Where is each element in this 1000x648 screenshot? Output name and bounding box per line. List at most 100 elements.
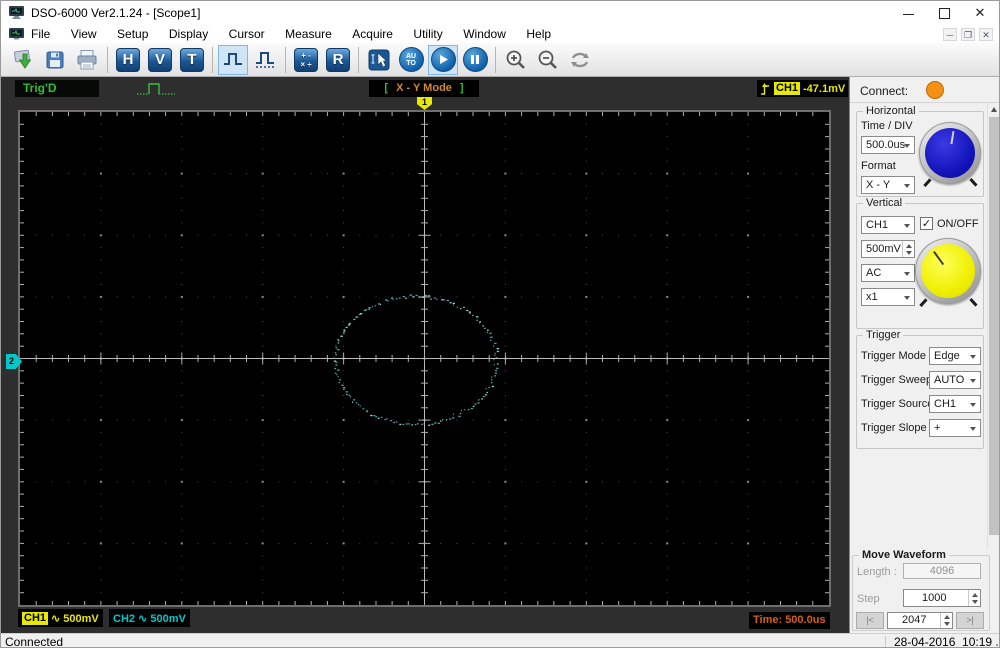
trigger-source-label: Trigger Source bbox=[861, 398, 934, 410]
title-bar: DSO-6000 Ver2.1.24 - [Scope1] ✕ bbox=[1, 1, 999, 25]
menu-help[interactable]: Help bbox=[518, 25, 559, 43]
onoff-label: ON/OFF bbox=[937, 218, 979, 230]
minimize-button[interactable] bbox=[891, 1, 925, 25]
chevron-down-icon bbox=[904, 224, 910, 228]
mdi-restore-button[interactable]: ❐ bbox=[961, 28, 975, 41]
chevron-down-icon bbox=[904, 184, 910, 188]
run-button[interactable] bbox=[428, 44, 458, 75]
toolbar: H V T + - × ÷ R AU TO bbox=[1, 43, 999, 77]
print-button[interactable] bbox=[72, 45, 102, 75]
move-waveform-title: Move Waveform bbox=[859, 549, 949, 561]
resize-grip[interactable] bbox=[996, 644, 998, 646]
vertical-setup-button[interactable]: V bbox=[145, 45, 175, 75]
format-label: Format bbox=[861, 160, 896, 172]
time-div-select[interactable]: 500.0us bbox=[861, 136, 915, 154]
control-panel: Connect: Horizontal Time / DIV 500.0us F… bbox=[849, 77, 999, 633]
timebase-readout: Time: 500.0us bbox=[749, 612, 830, 629]
application-window: DSO-6000 Ver2.1.24 - [Scope1] ✕ File Vie… bbox=[0, 0, 1000, 648]
close-button[interactable]: ✕ bbox=[963, 1, 997, 25]
trigger-slope-label: Trigger Slope bbox=[861, 422, 927, 434]
ch1-position-marker[interactable]: 1 bbox=[417, 97, 432, 110]
coupling-select[interactable]: AC bbox=[861, 264, 915, 282]
go-first-button[interactable]: |< bbox=[856, 612, 884, 629]
onoff-checkbox[interactable]: ✓ bbox=[920, 217, 933, 230]
scroll-up-arrow-icon[interactable] bbox=[988, 103, 999, 116]
toolbar-separator bbox=[358, 46, 359, 73]
print-icon bbox=[77, 49, 97, 69]
menu-display[interactable]: Display bbox=[161, 25, 216, 43]
channel-select[interactable]: CH1 bbox=[861, 216, 915, 234]
status-bar: Connected 28-04-2016 10:19 bbox=[1, 633, 999, 648]
refresh-button[interactable] bbox=[565, 45, 595, 75]
waveform-plot bbox=[20, 112, 829, 605]
spinner-arrows[interactable] bbox=[940, 613, 952, 628]
mdi-minimize-button[interactable]: ─ bbox=[943, 28, 957, 41]
datetime-text: 28-04-2016 10:19 bbox=[894, 635, 993, 648]
format-select[interactable]: X - Y bbox=[861, 176, 915, 194]
zoom-in-button[interactable] bbox=[501, 45, 531, 75]
position-spinner[interactable]: 2047 bbox=[887, 612, 953, 629]
scrollbar-thumb[interactable] bbox=[989, 117, 999, 535]
pointer-icon bbox=[368, 49, 390, 70]
pulse-icon bbox=[224, 52, 242, 65]
trigger-channel-chip: CH1 bbox=[774, 82, 801, 95]
autoset-button[interactable]: AU TO bbox=[396, 45, 426, 75]
length-input: 4096 bbox=[903, 563, 981, 579]
probe-select[interactable]: x1 bbox=[861, 288, 915, 306]
menu-setup[interactable]: Setup bbox=[109, 25, 156, 43]
trigger-setup-button[interactable]: T bbox=[177, 45, 207, 75]
math-button[interactable]: + - × ÷ bbox=[291, 45, 321, 75]
pulse-mode-button[interactable] bbox=[218, 44, 248, 75]
trigger-group-title: Trigger bbox=[863, 329, 904, 341]
document-icon bbox=[9, 28, 24, 40]
connect-row: Connect: bbox=[850, 80, 999, 100]
toolbar-separator bbox=[495, 46, 496, 73]
ch1-readout: CH1 ∿ 500mV bbox=[18, 609, 103, 627]
save-button[interactable] bbox=[40, 45, 70, 75]
mdi-close-button[interactable]: ✕ bbox=[979, 28, 993, 41]
knob-indicator bbox=[921, 124, 978, 181]
trigger-sweep-select[interactable]: AUTO bbox=[929, 371, 981, 389]
vertical-knob[interactable] bbox=[915, 238, 981, 307]
trigger-source-select[interactable]: CH1 bbox=[929, 395, 981, 413]
step-spinner[interactable]: 1000 bbox=[903, 589, 981, 607]
time-div-label: Time / DIV bbox=[861, 120, 913, 132]
maximize-button[interactable] bbox=[927, 1, 961, 25]
menu-window[interactable]: Window bbox=[455, 25, 514, 43]
connection-status-text: Connected bbox=[5, 635, 64, 648]
volt-scale-spinner[interactable]: 500mV bbox=[861, 240, 915, 258]
menu-acquire[interactable]: Acquire bbox=[344, 25, 401, 43]
scope-display-area: Trig'D [X - Y Mode] CH1 -47.1mV 1 2 CH1 … bbox=[1, 77, 849, 633]
vertical-group-title: Vertical bbox=[863, 197, 906, 209]
go-last-button[interactable]: >| bbox=[956, 612, 984, 629]
zoom-in-icon bbox=[506, 50, 525, 69]
menu-utility[interactable]: Utility bbox=[405, 25, 450, 43]
cursor-select-button[interactable] bbox=[364, 45, 394, 75]
display-mode-indicator: [X - Y Mode] bbox=[369, 80, 479, 97]
horizontal-setup-button[interactable]: H bbox=[113, 45, 143, 75]
trigger-edge-icon bbox=[761, 82, 769, 95]
pause-button[interactable] bbox=[460, 45, 490, 75]
spinner-arrows[interactable] bbox=[968, 590, 980, 606]
trigger-mode-select[interactable]: Edge bbox=[929, 347, 981, 365]
menu-file[interactable]: File bbox=[23, 25, 58, 43]
toolbar-separator bbox=[285, 46, 286, 73]
statusbar-separator bbox=[885, 636, 886, 647]
delayed-pulse-button[interactable] bbox=[250, 45, 280, 75]
menu-view[interactable]: View bbox=[63, 25, 105, 43]
menu-cursor[interactable]: Cursor bbox=[221, 25, 273, 43]
move-waveform-group: Move Waveform Length : 4096 Step 1000 |<… bbox=[852, 549, 990, 631]
trigger-pulse-icon bbox=[137, 83, 175, 95]
zoom-out-button[interactable] bbox=[533, 45, 563, 75]
reference-button[interactable]: R bbox=[323, 45, 353, 75]
math-icon: + - × ÷ bbox=[294, 47, 318, 72]
connection-status-light[interactable] bbox=[926, 81, 944, 99]
horizontal-knob[interactable] bbox=[919, 122, 981, 187]
graticule[interactable] bbox=[18, 110, 831, 607]
connect-label: Connect: bbox=[860, 84, 909, 98]
open-button[interactable] bbox=[8, 45, 38, 75]
menu-measure[interactable]: Measure bbox=[277, 25, 340, 43]
panel-scrollbar[interactable] bbox=[987, 103, 999, 549]
spinner-arrows[interactable] bbox=[902, 241, 914, 257]
trigger-slope-select[interactable]: + bbox=[929, 419, 981, 437]
